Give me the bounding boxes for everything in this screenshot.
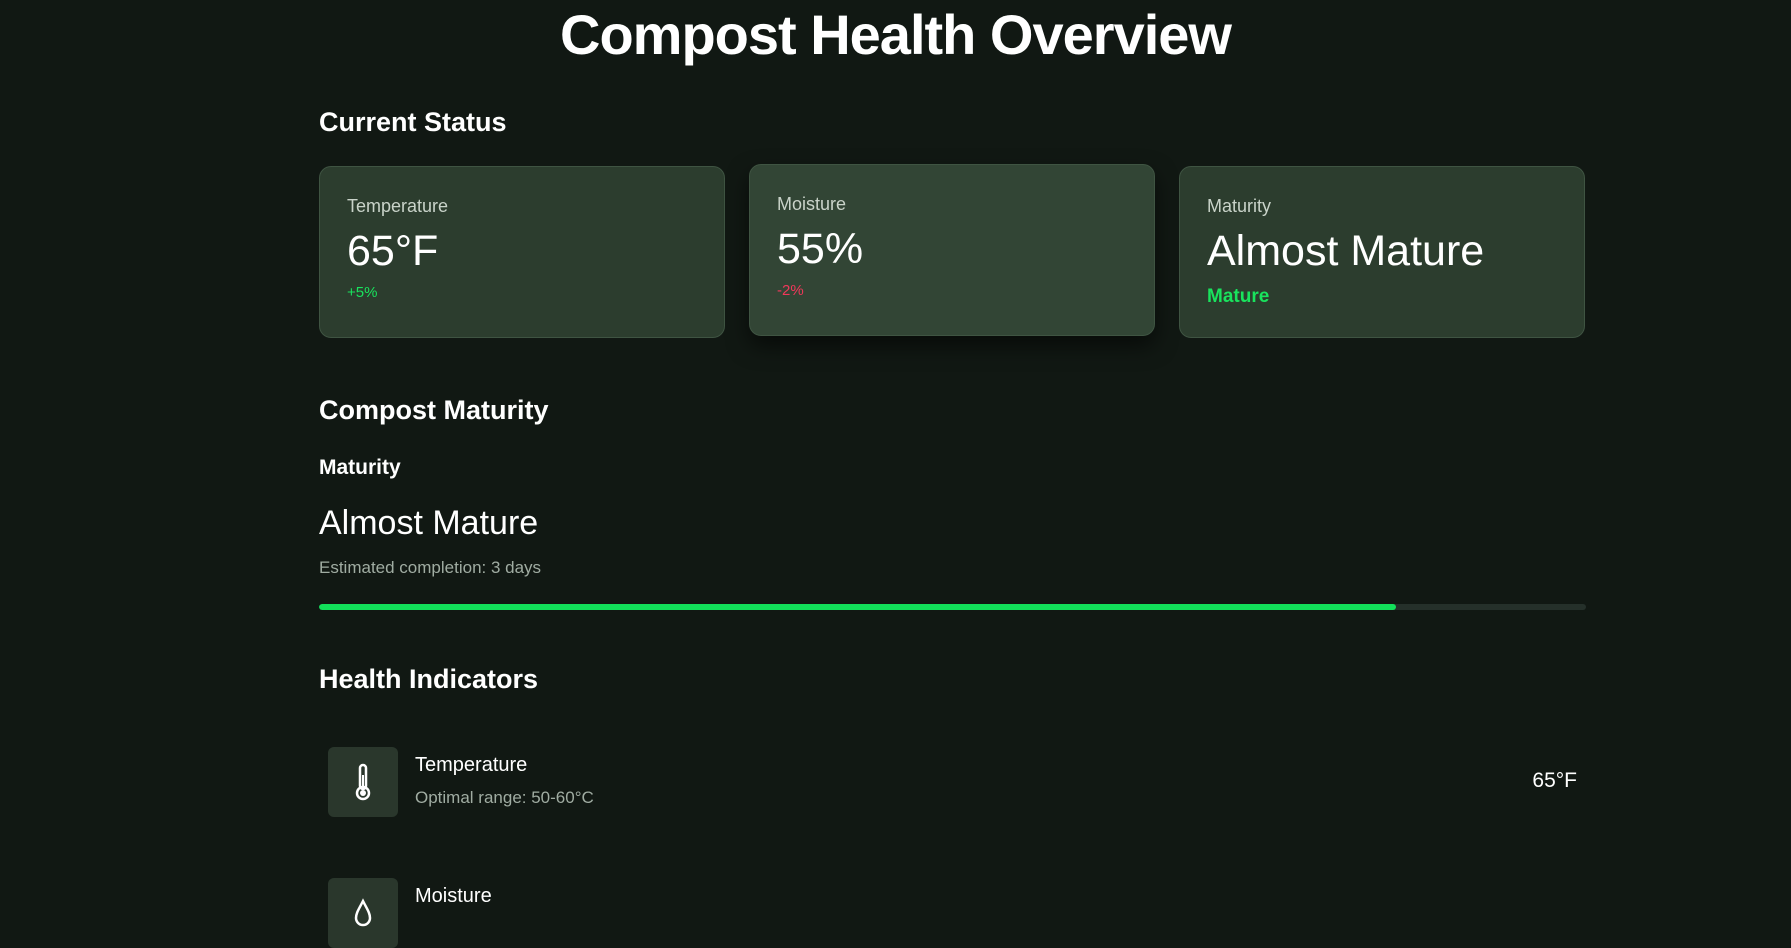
maturity-progress-bar — [319, 604, 1586, 610]
indicator-name: Temperature — [415, 754, 528, 776]
page-title: Compost Health Overview — [560, 3, 1232, 66]
moisture-change: -2% — [777, 282, 804, 299]
health-indicators-heading: Health Indicators — [319, 664, 539, 694]
temperature-card-label: Temperature — [347, 196, 449, 216]
moisture-card[interactable]: Moisture 55% -2% — [749, 164, 1155, 336]
temperature-card-value: 65°F — [347, 227, 439, 275]
current-status-heading: Current Status — [319, 107, 507, 137]
moisture-card-label: Moisture — [777, 194, 847, 214]
indicator-row-moisture[interactable]: Moisture — [319, 878, 1586, 948]
compost-maturity-heading: Compost Maturity — [319, 395, 549, 425]
maturity-card-value: Almost Mature — [1207, 227, 1485, 275]
indicator-range: Optimal range: 50-60°C — [415, 788, 594, 807]
maturity-card-label: Maturity — [1207, 196, 1272, 216]
maturity-status-badge: Mature — [1207, 286, 1270, 307]
temperature-card[interactable]: Temperature 65°F +5% — [319, 166, 725, 338]
temperature-change: +5% — [347, 284, 378, 301]
indicator-name: Moisture — [415, 885, 492, 907]
indicator-value: 65°F — [1532, 769, 1577, 792]
moisture-card-value: 55% — [777, 225, 864, 273]
thermometer-icon — [355, 763, 371, 801]
maturity-card[interactable]: Maturity Almost Mature Mature — [1179, 166, 1585, 338]
indicator-icon-box — [328, 747, 398, 817]
maturity-value: Almost Mature — [319, 504, 539, 542]
maturity-label: Maturity — [319, 456, 401, 479]
indicator-icon-box — [328, 878, 398, 948]
droplet-icon — [354, 898, 372, 927]
indicator-row-temperature[interactable]: Temperature Optimal range: 50-60°C 65°F — [319, 747, 1586, 817]
estimated-completion: Estimated completion: 3 days — [319, 558, 542, 577]
maturity-progress-fill — [319, 604, 1396, 610]
